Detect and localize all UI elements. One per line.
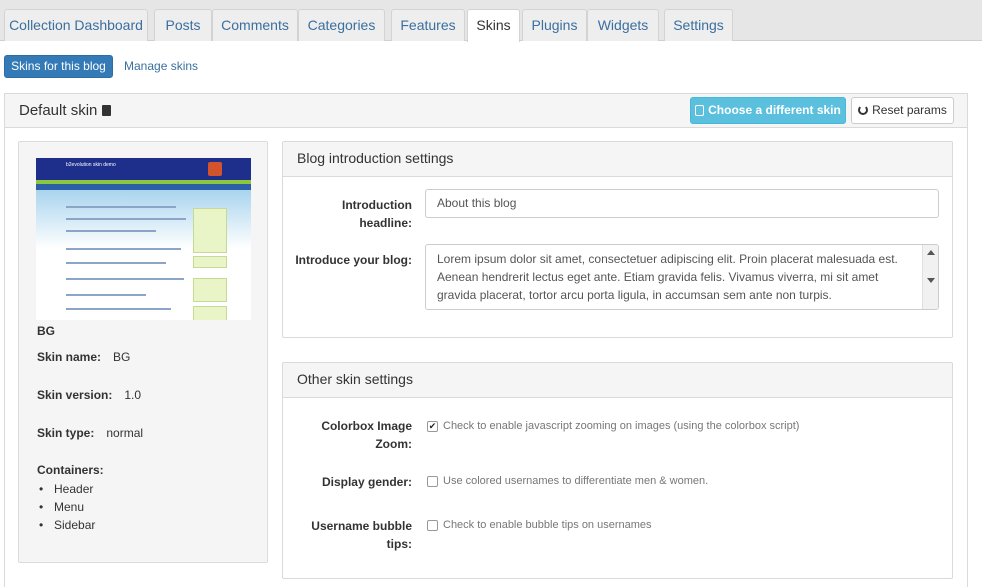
thumbnail-calendar-widget bbox=[193, 208, 227, 253]
containers-list: Header Menu Sidebar bbox=[37, 480, 95, 534]
tab-collection-dashboard[interactable]: Collection Dashboard bbox=[4, 9, 148, 41]
tab-comments[interactable]: Comments bbox=[212, 9, 298, 41]
manage-skins-link[interactable]: Manage skins bbox=[124, 59, 198, 73]
skin-type-row: Skin type: normal bbox=[37, 426, 143, 440]
skin-info-card: b2evolution skin demo BG Skin name: BG Sk… bbox=[18, 141, 268, 563]
intro-text-label: Introduce your blog: bbox=[295, 253, 412, 267]
skin-version-label: Skin version: bbox=[37, 388, 113, 402]
container-item: Header bbox=[37, 480, 95, 498]
thumbnail-text-line bbox=[66, 262, 166, 264]
container-item: Sidebar bbox=[37, 516, 95, 534]
colorbox-label: Colorbox Image Zoom: bbox=[321, 419, 412, 451]
thumbnail-header: b2evolution skin demo bbox=[36, 158, 251, 180]
tab-features[interactable]: Features bbox=[391, 9, 465, 41]
skin-name-row: Skin name: BG bbox=[37, 350, 130, 364]
thumbnail-text-line bbox=[66, 308, 171, 310]
intro-headline-input[interactable]: About this blog bbox=[425, 189, 939, 218]
thumbnail-text-line bbox=[66, 278, 184, 280]
display-gender-label: Display gender: bbox=[321, 475, 412, 489]
containers-label: Containers: bbox=[37, 463, 104, 477]
panel-title: Default skin bbox=[19, 102, 112, 119]
blog-intro-settings-panel: Blog introduction settings Introduction … bbox=[282, 141, 953, 338]
skin-version-row: Skin version: 1.0 bbox=[37, 388, 141, 402]
choose-different-skin-button[interactable]: Choose a different skin » bbox=[690, 97, 846, 142]
reset-params-button[interactable]: Reset params bbox=[851, 97, 954, 124]
thumbnail-title: b2evolution skin demo bbox=[66, 162, 116, 168]
colorbox-checkbox[interactable]: ✔ bbox=[427, 421, 438, 432]
thumbnail-sidebar-widget bbox=[193, 278, 227, 302]
tab-plugins[interactable]: Plugins bbox=[522, 9, 587, 41]
scroll-down-arrow-icon[interactable] bbox=[927, 278, 935, 283]
skin-type-label: Skin type: bbox=[37, 426, 95, 440]
intro-textarea[interactable]: Lorem ipsum dolor sit amet, consectetuer… bbox=[425, 244, 939, 310]
refresh-icon bbox=[858, 105, 869, 115]
tab-widgets[interactable]: Widgets bbox=[587, 9, 659, 41]
username-bubble-checkbox[interactable] bbox=[427, 520, 438, 531]
container-item: Menu bbox=[37, 498, 95, 516]
other-skin-settings-panel: Other skin settings Colorbox Image Zoom:… bbox=[282, 362, 953, 579]
tab-posts[interactable]: Posts bbox=[154, 9, 212, 41]
skin-thumbnail: b2evolution skin demo bbox=[36, 158, 251, 320]
skin-version-value: 1.0 bbox=[124, 388, 142, 402]
intro-headline-label: Introduction headline: bbox=[342, 198, 412, 230]
top-tab-bar: Collection Dashboard Posts Comments Cate… bbox=[0, 0, 982, 42]
username-bubble-help-text: Check to enable bubble tips on usernames bbox=[443, 519, 652, 531]
hand-pointer-icon bbox=[695, 105, 705, 116]
other-skin-settings-heading: Other skin settings bbox=[283, 363, 952, 398]
thumbnail-sidebar-widget bbox=[193, 306, 227, 320]
thumbnail-text-line bbox=[66, 218, 186, 220]
tab-skins[interactable]: Skins bbox=[467, 9, 520, 42]
intro-textarea-text: Lorem ipsum dolor sit amet, consectetuer… bbox=[437, 252, 898, 302]
username-bubble-label: Username bubble tips: bbox=[311, 519, 412, 551]
thumbnail-text-line bbox=[66, 294, 146, 296]
thumbnail-text-line bbox=[66, 248, 181, 250]
blog-intro-settings-heading: Blog introduction settings bbox=[283, 142, 952, 177]
choose-skin-label: Choose a different skin » bbox=[708, 103, 841, 142]
textarea-scrollbar[interactable] bbox=[922, 245, 938, 309]
rss-icon bbox=[208, 162, 222, 176]
reset-params-label: Reset params bbox=[872, 103, 947, 117]
tab-categories[interactable]: Categories bbox=[298, 9, 385, 41]
skin-name-label: Skin name: bbox=[37, 350, 102, 364]
thumbnail-text-line bbox=[66, 206, 176, 208]
skin-type-value: normal bbox=[106, 426, 144, 440]
skin-name-heading: BG bbox=[37, 324, 55, 338]
thumbnail-sidebar-widget bbox=[193, 256, 227, 268]
panel-title-text: Default skin bbox=[19, 102, 98, 119]
colorbox-help-text: Check to enable javascript zooming on im… bbox=[443, 420, 800, 432]
skins-for-this-blog-button[interactable]: Skins for this blog bbox=[4, 55, 113, 78]
display-gender-help-text: Use colored usernames to differentiate m… bbox=[443, 475, 709, 487]
skin-name-value: BG bbox=[113, 350, 131, 364]
scroll-up-arrow-icon[interactable] bbox=[927, 250, 935, 255]
display-gender-checkbox[interactable] bbox=[427, 476, 438, 487]
panel-header: Default skin Choose a different skin » R… bbox=[5, 94, 967, 142]
thumbnail-text-line bbox=[66, 230, 156, 232]
book-icon bbox=[102, 105, 112, 116]
tab-settings[interactable]: Settings bbox=[664, 9, 733, 41]
